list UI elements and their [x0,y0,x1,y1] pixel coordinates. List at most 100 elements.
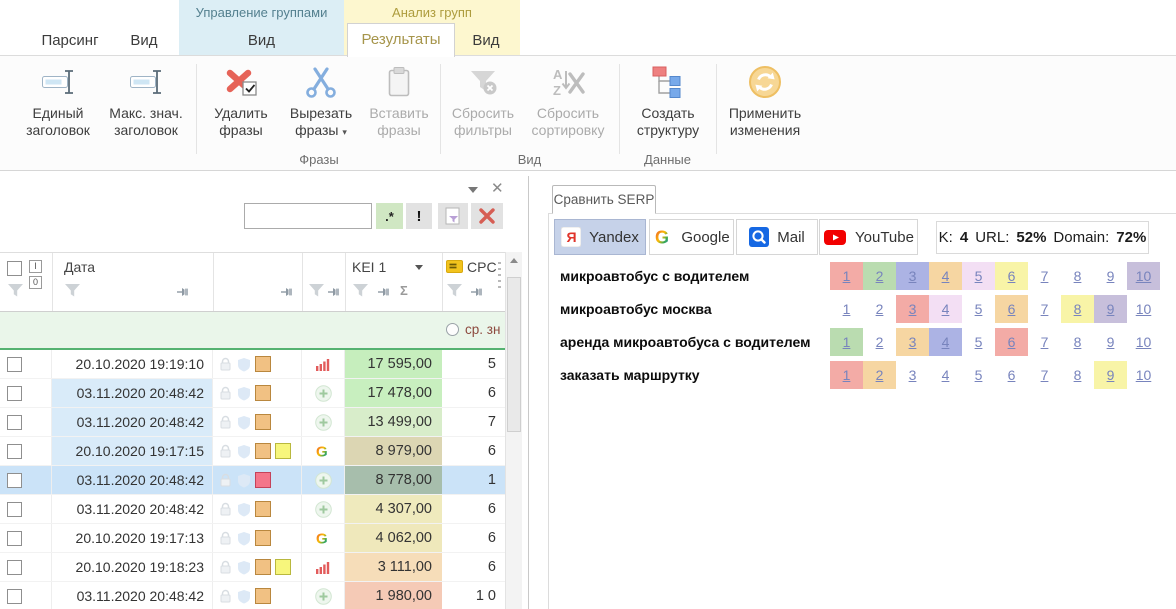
tab-view-2[interactable]: Вид [179,28,344,54]
table-row[interactable]: 03.11.2020 20:48:42 4 307,00 6 [0,495,505,524]
header-toggle-i[interactable]: I [29,260,42,273]
scroll-up-icon[interactable] [506,252,522,268]
regex-filter-button[interactable]: .* [376,203,403,229]
row-checkbox[interactable] [7,385,22,401]
engine-button-google[interactable]: G Google [649,219,734,255]
pin-icon[interactable] [176,286,190,298]
serp-position-link[interactable]: 10 [1127,361,1160,389]
single-title-button[interactable]: Единый заголовок [16,59,100,139]
table-row[interactable]: 03.11.2020 20:48:42 8 778,00 1 [0,466,505,495]
vertical-scrollbar[interactable] [505,252,522,609]
serp-position-link[interactable]: 2 [863,360,896,389]
table-row[interactable]: 20.10.2020 19:18:23 3 111,00 6 [0,553,505,582]
serp-position-link[interactable]: 4 [929,294,962,323]
engine-button-mail[interactable]: Mail [736,219,818,255]
serp-position-link[interactable]: 1 [830,261,863,290]
serp-position-link[interactable]: 6 [995,261,1028,290]
serp-position-link[interactable]: 10 [1127,295,1160,323]
clear-filter-button[interactable] [471,203,503,229]
serp-position-link[interactable]: 6 [995,361,1028,389]
cut-phrases-button[interactable]: Вырезать фразы ▾ [281,59,361,141]
tab-parsing[interactable]: Парсинг [30,28,110,54]
delete-phrases-button[interactable]: Удалить фразы [203,59,279,139]
serp-position-link[interactable]: 5 [962,361,995,389]
filter-document-button[interactable] [438,203,468,229]
panel-dropdown-icon[interactable] [468,187,478,193]
select-all-checkbox[interactable] [7,261,22,276]
serp-position-link[interactable]: 2 [863,295,896,323]
serp-position-link[interactable]: 4 [929,261,962,290]
sum-icon[interactable]: Σ [400,283,408,298]
engine-button-yandex[interactable]: Я Yandex [554,219,646,255]
serp-position-link[interactable]: 9 [1094,360,1127,389]
table-row[interactable]: 03.11.2020 20:48:42 17 478,00 6 [0,379,505,408]
table-row[interactable]: 03.11.2020 20:48:42 1 980,00 1 0 [0,582,505,609]
pin-icon[interactable] [470,286,484,298]
serp-position-link[interactable]: 6 [995,327,1028,356]
serp-position-link[interactable]: 7 [1028,328,1061,356]
serp-position-link[interactable]: 8 [1061,361,1094,389]
table-row[interactable]: 20.10.2020 19:19:10 17 595,00 5 [0,350,505,379]
average-radio[interactable] [446,323,459,336]
serp-position-link[interactable]: 10 [1127,261,1160,290]
serp-position-link[interactable]: 9 [1094,328,1127,356]
funnel-icon[interactable] [352,283,369,298]
funnel-icon[interactable] [7,283,24,298]
funnel-icon[interactable] [446,283,463,298]
column-resize-handle[interactable] [498,262,501,290]
row-checkbox[interactable] [7,559,22,575]
serp-position-link[interactable]: 1 [830,327,863,356]
pin-icon[interactable] [377,286,391,298]
serp-position-link[interactable]: 8 [1061,262,1094,290]
serp-position-link[interactable]: 1 [830,295,863,323]
sort-caret-icon[interactable] [415,265,423,270]
serp-position-link[interactable]: 5 [962,295,995,323]
serp-position-link[interactable]: 9 [1094,294,1127,323]
serp-position-link[interactable]: 3 [896,261,929,290]
serp-position-link[interactable]: 8 [1061,294,1094,323]
serp-position-link[interactable]: 7 [1028,361,1061,389]
row-checkbox[interactable] [7,356,22,372]
serp-position-link[interactable]: 3 [896,361,929,389]
serp-position-link[interactable]: 7 [1028,262,1061,290]
serp-position-link[interactable]: 4 [929,327,962,356]
serp-position-link[interactable]: 4 [929,361,962,389]
tab-compare-serp[interactable]: Сравнить SERP [552,185,656,214]
serp-position-link[interactable]: 10 [1127,328,1160,356]
row-checkbox[interactable] [7,501,22,517]
serp-position-link[interactable]: 3 [896,327,929,356]
apply-changes-button[interactable]: Применить изменения [722,59,808,139]
serp-position-link[interactable]: 7 [1028,295,1061,323]
funnel-icon[interactable] [64,283,81,298]
serp-position-link[interactable]: 9 [1094,262,1127,290]
row-checkbox[interactable] [7,414,22,430]
engine-button-youtube[interactable]: YouTube [819,219,918,255]
serp-position-link[interactable]: 1 [830,360,863,389]
table-row[interactable]: 20.10.2020 19:17:15 G 8 979,00 6 [0,437,505,466]
max-value-title-button[interactable]: Макс. знач. заголовок [102,59,190,139]
scrollbar-thumb[interactable] [507,277,521,432]
tab-view-3[interactable]: Вид [456,28,516,54]
search-input[interactable] [244,203,372,229]
tab-results[interactable]: Результаты [347,23,455,57]
funnel-icon[interactable] [308,283,325,298]
serp-position-link[interactable]: 6 [995,294,1028,323]
tab-view-1[interactable]: Вид [120,28,168,54]
kei-column-header[interactable]: KEI 1 [352,259,386,275]
pin-icon[interactable] [280,286,294,298]
serp-position-link[interactable]: 8 [1061,328,1094,356]
row-checkbox[interactable] [7,530,22,546]
exclamation-filter-button[interactable]: ! [406,203,432,229]
serp-position-link[interactable]: 2 [863,328,896,356]
serp-position-link[interactable]: 3 [896,294,929,323]
table-row[interactable]: 20.10.2020 19:17:13 G 4 062,00 6 [0,524,505,553]
serp-position-link[interactable]: 2 [863,261,896,290]
row-checkbox[interactable] [7,443,22,459]
table-row[interactable]: 03.11.2020 20:48:42 13 499,00 7 [0,408,505,437]
serp-position-link[interactable]: 5 [962,328,995,356]
serp-position-link[interactable]: 5 [962,261,995,290]
cpc-column-header[interactable]: CPC [467,259,497,275]
panel-close-icon[interactable]: ✕ [491,179,504,197]
row-checkbox[interactable] [7,472,22,488]
date-column-header[interactable]: Дата [64,259,95,275]
